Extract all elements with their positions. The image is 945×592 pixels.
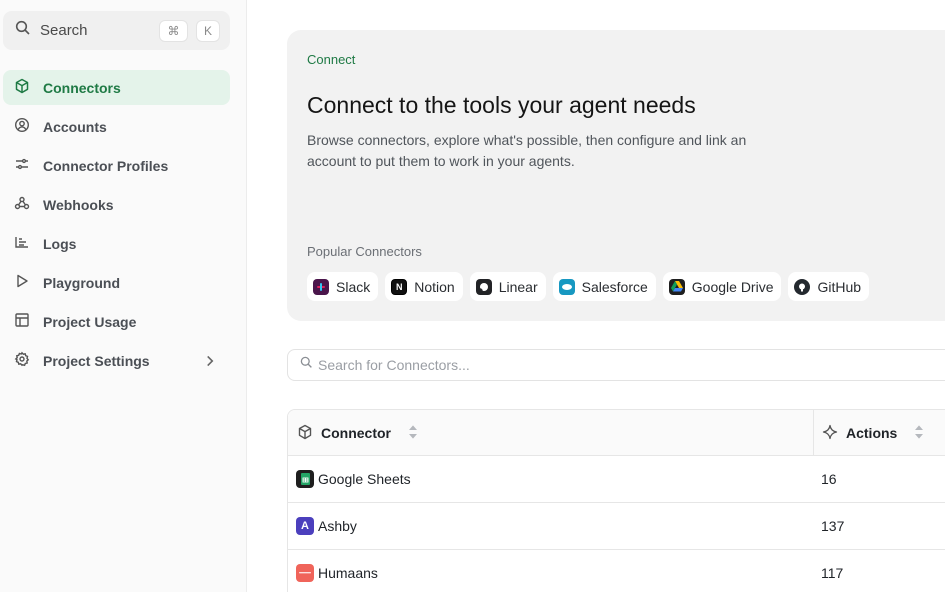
sidebar-item-playground[interactable]: Playground [3, 265, 230, 300]
linear-icon [475, 278, 492, 295]
sort-icon[interactable] [391, 424, 429, 443]
sidebar-nav: Connectors Accounts Connector Profiles W… [3, 70, 230, 382]
sidebar-item-webhooks[interactable]: Webhooks [3, 187, 230, 222]
search-icon [15, 20, 31, 41]
connector-cell: Google Sheets [296, 470, 411, 488]
table-row[interactable]: A Ashby 137 [288, 503, 945, 550]
column-label: Actions [846, 425, 898, 441]
connector-search[interactable] [287, 349, 945, 381]
chip-notion[interactable]: N Notion [385, 272, 463, 301]
sidebar-item-logs[interactable]: Logs [3, 226, 230, 261]
gear-icon [14, 351, 30, 370]
google-drive-icon [668, 278, 685, 295]
sidebar-item-project-usage[interactable]: Project Usage [3, 304, 230, 339]
connector-name: Humaans [318, 565, 378, 581]
list-icon [14, 234, 30, 253]
sidebar-item-label: Project Usage [43, 313, 137, 330]
chip-github[interactable]: GitHub [788, 272, 870, 301]
shortcut-cmd-key: ⌘ [159, 20, 188, 42]
actions-count: 137 [821, 518, 845, 534]
sidebar-item-label: Connectors [43, 79, 121, 96]
column-header-connector[interactable]: Connector [297, 410, 429, 456]
popular-connectors-label: Popular Connectors [307, 244, 422, 259]
page-title: Connect to the tools your agent needs [307, 92, 696, 118]
salesforce-icon [558, 278, 575, 295]
sparkle-icon [822, 424, 846, 443]
connectors-table: Connector Actions Google Sheets 16 A Ash… [287, 409, 945, 592]
sidebar-item-label: Playground [43, 274, 121, 291]
connector-name: Ashby [318, 518, 357, 534]
table-header: Connector Actions [288, 410, 945, 456]
github-icon [794, 278, 811, 295]
chip-label: Slack [336, 278, 371, 295]
table-icon [14, 312, 30, 331]
user-circle-icon [14, 117, 30, 136]
column-header-actions[interactable]: Actions [813, 410, 935, 456]
shortcut-k-key: K [196, 20, 220, 42]
cube-icon [297, 424, 321, 443]
sidebar-search[interactable]: Search ⌘ K [3, 11, 230, 50]
sliders-icon [14, 156, 30, 175]
sidebar-item-connector-profiles[interactable]: Connector Profiles [3, 148, 230, 183]
sidebar-item-label: Accounts [43, 118, 107, 135]
sidebar-item-label: Project Settings [43, 352, 150, 369]
table-row[interactable]: Google Sheets 16 [288, 456, 945, 503]
actions-count: 16 [821, 471, 837, 487]
column-label: Connector [321, 425, 391, 441]
connector-cell: Humaans [296, 564, 378, 582]
sidebar-item-label: Logs [43, 235, 77, 252]
chip-label: GitHub [817, 278, 862, 295]
popular-connectors: Slack N Notion Linear Salesforce Google … [307, 272, 870, 301]
cube-icon [14, 78, 30, 97]
slack-icon [313, 278, 329, 295]
hero-subtitle: Browse connectors, explore what's possib… [307, 132, 747, 169]
ashby-icon: A [296, 517, 314, 535]
search-label: Search [40, 22, 88, 39]
notion-icon: N [391, 278, 408, 295]
sidebar-item-accounts[interactable]: Accounts [3, 109, 230, 144]
hero-eyebrow: Connect [307, 52, 356, 67]
chip-label: Google Drive [691, 278, 774, 295]
chip-linear[interactable]: Linear [469, 272, 546, 301]
google-sheets-icon [296, 470, 314, 488]
chip-label: Linear [498, 278, 538, 295]
actions-count: 117 [821, 565, 844, 581]
chip-label: Notion [414, 278, 455, 295]
chevron-right-icon[interactable] [202, 353, 218, 372]
search-icon [300, 356, 313, 374]
chip-salesforce[interactable]: Salesforce [552, 272, 656, 301]
sidebar-item-project-settings[interactable]: Project Settings [3, 343, 230, 378]
connector-name: Google Sheets [318, 471, 411, 487]
webhook-icon [14, 195, 30, 214]
sort-icon[interactable] [897, 424, 935, 443]
sidebar: Search ⌘ K Connectors Accounts Connector… [0, 0, 247, 592]
chip-google-drive[interactable]: Google Drive [662, 272, 782, 301]
connector-cell: A Ashby [296, 517, 357, 535]
chip-label: Salesforce [581, 278, 648, 295]
humaans-icon [296, 564, 314, 582]
hero-card: Connect Connect to the tools your agent … [287, 30, 945, 321]
sidebar-item-label: Connector Profiles [43, 157, 169, 174]
connector-search-input[interactable] [318, 357, 718, 373]
play-icon [14, 273, 30, 292]
sidebar-item-label: Webhooks [43, 196, 114, 213]
chip-slack[interactable]: Slack [307, 272, 379, 301]
sidebar-item-connectors[interactable]: Connectors [3, 70, 230, 105]
table-row[interactable]: Humaans 117 [288, 550, 945, 592]
